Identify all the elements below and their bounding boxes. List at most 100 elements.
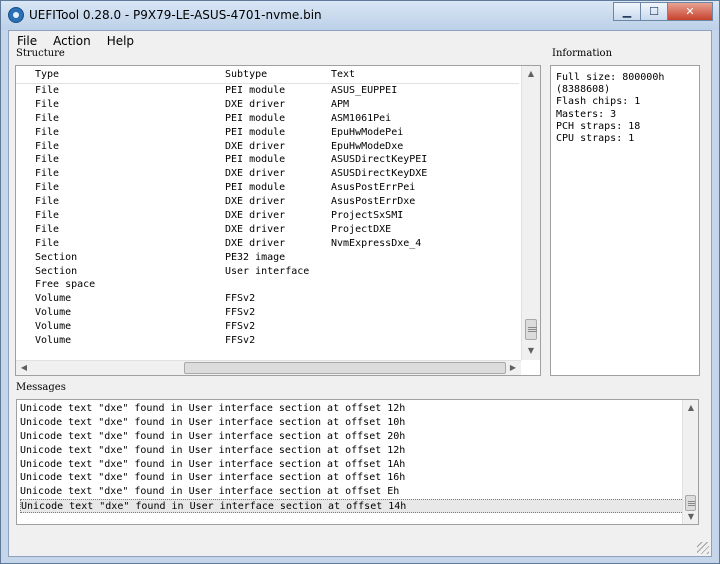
uefitool-app-icon	[8, 7, 24, 23]
app-window: UEFITool 0.28.0 - P9X79-LE-ASUS-4701-nvm…	[0, 0, 720, 564]
message-item[interactable]: Unicode text "dxe" found in User interfa…	[20, 444, 684, 458]
tree-row[interactable]: Section PE32 image	[16, 251, 519, 265]
messages-rows: Unicode text "dxe" found in User interfa…	[20, 402, 684, 514]
messages-list[interactable]: Unicode text "dxe" found in User interfa…	[16, 399, 699, 525]
maximize-button[interactable]: ☐	[640, 2, 668, 21]
tree-cell-subtype: DXE driver	[225, 210, 286, 222]
column-header-type[interactable]: Type	[16, 66, 222, 84]
tree-cell-type: File	[35, 112, 60, 124]
tree-row[interactable]: File PEI module ASUSDirectKeyPEI	[16, 153, 519, 167]
tree-row[interactable]: Section User interface	[16, 265, 519, 279]
tree-cell-subtype	[222, 278, 328, 292]
tree-cell-subtype: PEI module	[225, 85, 286, 96]
tree-cell-text: EpuHwModePei	[331, 126, 404, 138]
structure-vertical-scrollbar[interactable]: ▲ ▼	[521, 66, 540, 360]
column-header-text[interactable]: Text	[328, 66, 498, 84]
message-item[interactable]: Unicode text "dxe" found in User interfa…	[20, 471, 684, 485]
message-item[interactable]: Unicode text "dxe" found in User interfa…	[20, 430, 684, 444]
tree-cell-text	[328, 278, 498, 292]
structure-hscroll-thumb[interactable]	[184, 362, 506, 374]
tree-row[interactable]: File DXE driver ProjectSxSMI	[16, 209, 519, 223]
information-panel: Full size: 800000h (8388608) Flash chips: …	[550, 65, 700, 376]
tree-cell-subtype: PEI module	[225, 154, 286, 166]
tree-cell-type: Volume	[35, 335, 72, 347]
tree-cell-text	[328, 306, 498, 320]
close-button[interactable]: ✕	[667, 2, 713, 21]
messages-scroll-up-arrow-icon[interactable]: ▲	[684, 401, 698, 415]
information-label: Information	[552, 48, 615, 59]
tree-cell-type: File	[35, 237, 60, 249]
tree-row[interactable]: Volume FFSv2	[16, 306, 519, 320]
tree-cell-text: ProjectDXE	[331, 223, 392, 235]
tree-cell-type: Section	[35, 265, 78, 277]
info-line: Full size: 800000h	[556, 72, 665, 83]
tree-cell-text	[328, 292, 498, 306]
tree-cell-text: ASM1061Pei	[331, 112, 392, 124]
tree-row[interactable]: Volume FFSv2	[16, 292, 519, 306]
tree-cell-subtype: PE32 image	[225, 251, 286, 263]
resize-grip-icon[interactable]	[697, 542, 709, 554]
tree-row[interactable]: File DXE driver ProjectDXE	[16, 223, 519, 237]
window-controls: ▁ ☐ ✕	[613, 2, 713, 22]
tree-cell-type: File	[35, 223, 60, 235]
messages-scroll-down-arrow-icon[interactable]: ▼	[684, 510, 698, 524]
tree-cell-type: File	[35, 98, 60, 110]
tree-row[interactable]: Free space	[16, 278, 519, 292]
tree-cell-type: File	[35, 126, 60, 138]
tree-cell-subtype: DXE driver	[225, 98, 286, 110]
tree-row[interactable]: Volume FFSv2	[16, 334, 519, 348]
scroll-right-arrow-icon[interactable]: ▶	[506, 361, 520, 375]
structure-vscroll-thumb[interactable]	[525, 319, 537, 340]
tree-cell-type: File	[35, 182, 60, 194]
menu-help[interactable]: Help	[99, 31, 142, 50]
tree-row[interactable]: File DXE driver NvmExpressDxe_4	[16, 237, 519, 251]
scroll-down-arrow-icon[interactable]: ▼	[524, 344, 538, 358]
tree-row[interactable]: File PEI module ASM1061Pei	[16, 112, 519, 126]
info-line: CPU straps: 1	[556, 133, 635, 145]
minimize-button[interactable]: ▁	[613, 2, 641, 21]
tree-cell-text	[328, 251, 498, 265]
tree-row[interactable]: File DXE driver AsusPostErrDxe	[16, 195, 519, 209]
tree-row[interactable]: File PEI module EpuHwModePei	[16, 126, 519, 140]
tree-cell-subtype: PEI module	[225, 112, 286, 124]
message-item[interactable]: Unicode text "dxe" found in User interfa…	[20, 458, 684, 472]
scroll-up-arrow-icon[interactable]: ▲	[524, 67, 538, 81]
tree-cell-type: Volume	[35, 321, 72, 333]
tree-row[interactable]: File DXE driver EpuHwModeDxe	[16, 140, 519, 154]
tree-cell-text: ProjectSxSMI	[331, 210, 404, 222]
tree-row[interactable]: Volume FFSv2	[16, 320, 519, 334]
window-title: UEFITool 0.28.0 - P9X79-LE-ASUS-4701-nvm…	[29, 8, 322, 22]
tree-cell-subtype: PEI module	[225, 126, 286, 138]
message-item[interactable]: Unicode text "dxe" found in User interfa…	[20, 485, 684, 499]
tree-cell-subtype: DXE driver	[225, 168, 286, 180]
scroll-left-arrow-icon[interactable]: ◀	[17, 361, 31, 375]
info-line: (8388608)	[556, 84, 611, 96]
structure-header: Type Subtype Text	[16, 66, 519, 84]
tree-cell-type: File	[35, 154, 60, 166]
messages-vertical-scrollbar[interactable]: ▲ ▼	[682, 400, 698, 524]
message-item[interactable]: Unicode text "dxe" found in User interfa…	[20, 499, 684, 514]
message-item[interactable]: Unicode text "dxe" found in User interfa…	[20, 416, 684, 430]
tree-row[interactable]: File PEI module ASUS_EUPPEI	[16, 84, 519, 98]
messages-vscroll-thumb[interactable]	[685, 495, 696, 511]
tree-cell-subtype: DXE driver	[225, 237, 286, 249]
tree-cell-subtype: User interface	[225, 265, 310, 277]
tree-row[interactable]: File DXE driver APM	[16, 98, 519, 112]
tree-cell-subtype: DXE driver	[225, 140, 286, 152]
tree-cell-text: ASUSDirectKeyPEI	[331, 154, 428, 166]
tree-row[interactable]: File PEI module AsusPostErrPei	[16, 181, 519, 195]
tree-cell-subtype: FFSv2	[225, 307, 256, 319]
tree-cell-text: AsusPostErrDxe	[331, 196, 416, 208]
structure-tree[interactable]: Type Subtype Text File PEI module ASUS_EUP…	[15, 65, 541, 376]
main-client-area: File Action Help Structure Type Subtype …	[8, 30, 712, 557]
tree-cell-type: Volume	[35, 307, 72, 319]
tree-row[interactable]: File DXE driver ASUSDirectKeyDXE	[16, 167, 519, 181]
structure-label: Structure	[16, 48, 67, 59]
tree-cell-subtype: FFSv2	[225, 293, 256, 305]
structure-horizontal-scrollbar[interactable]: ◀ ▶	[16, 360, 521, 375]
messages-label: Messages	[16, 382, 68, 393]
message-item[interactable]: Unicode text "dxe" found in User interfa…	[20, 402, 684, 416]
column-header-subtype[interactable]: Subtype	[222, 66, 328, 84]
tree-cell-type: File	[35, 140, 60, 152]
title-bar[interactable]: UEFITool 0.28.0 - P9X79-LE-ASUS-4701-nvm…	[1, 1, 719, 30]
